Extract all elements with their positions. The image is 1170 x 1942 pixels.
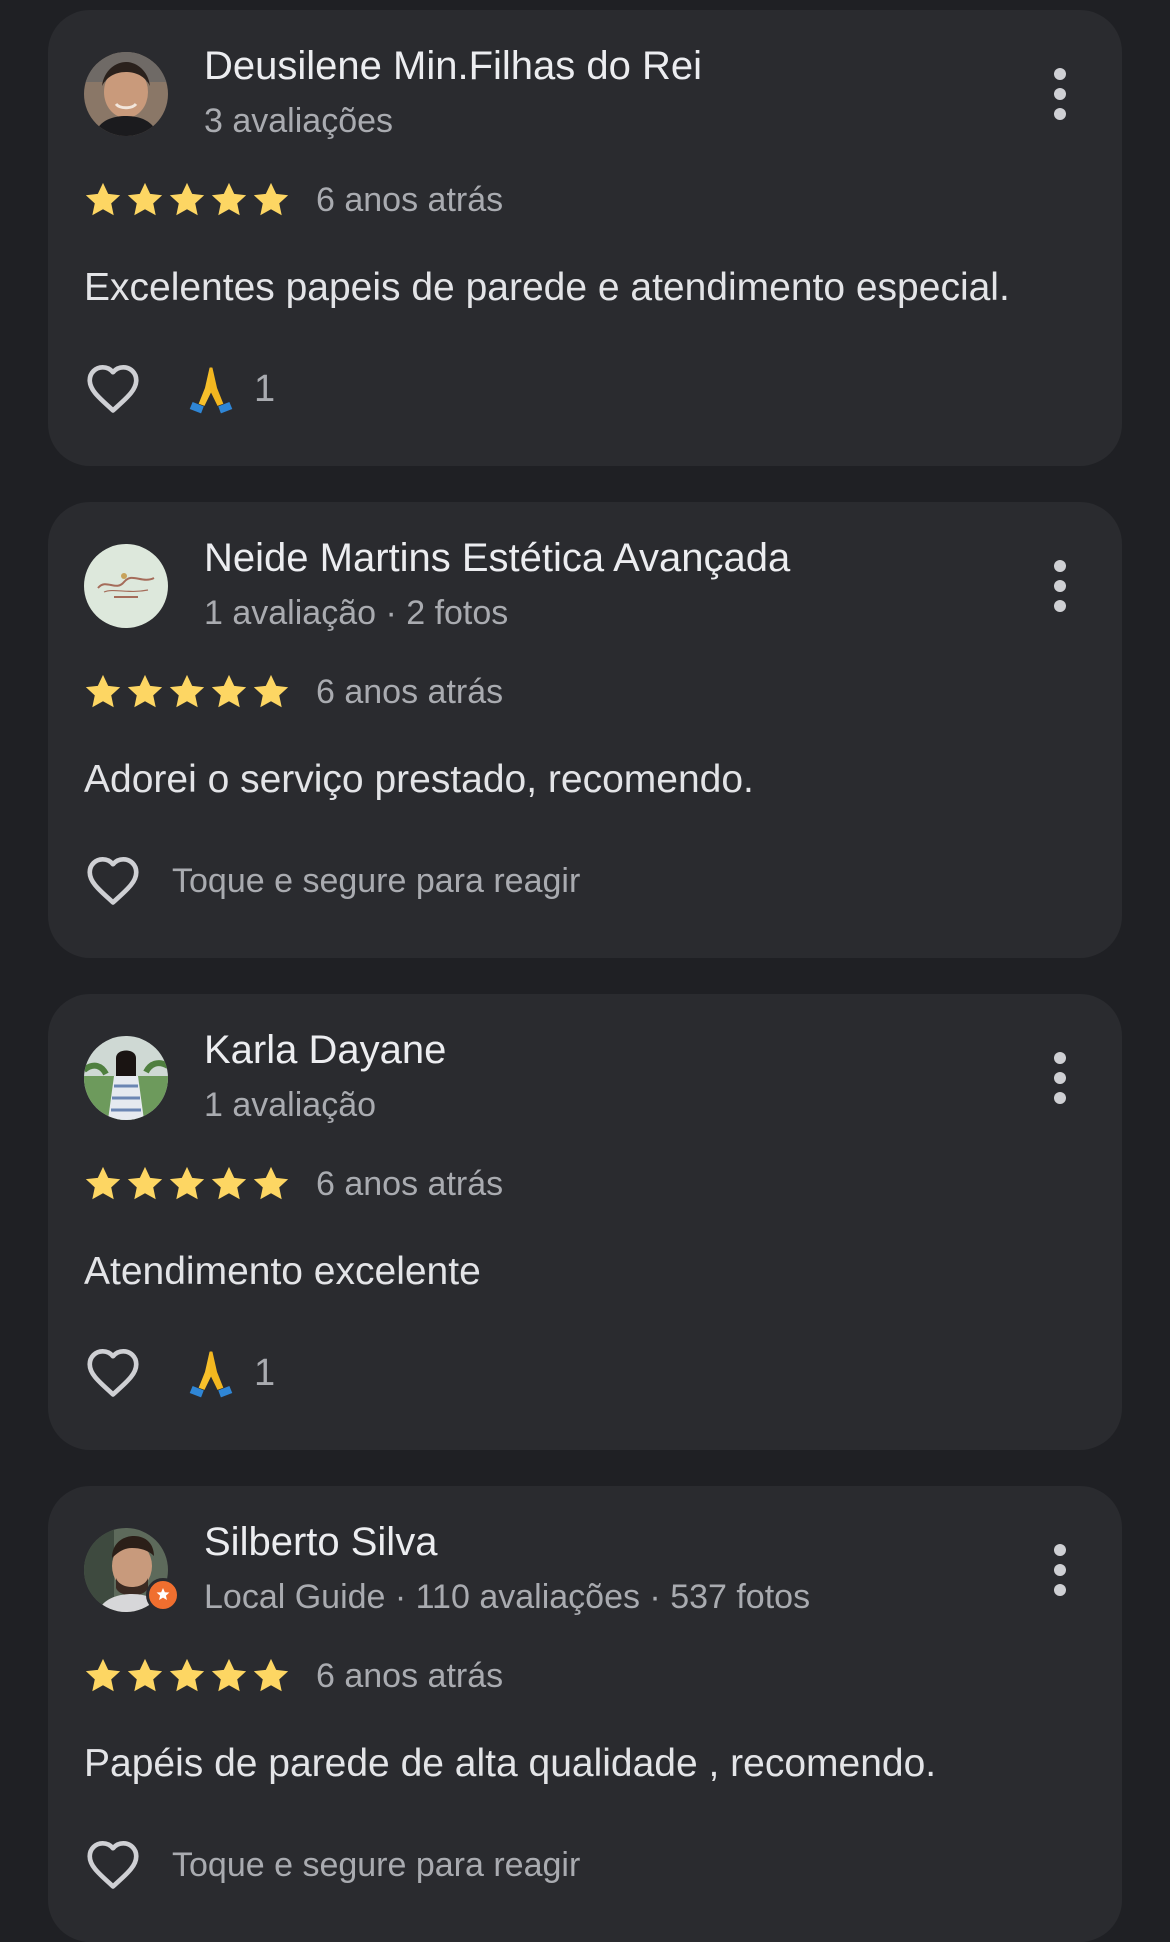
reviewer-meta: 1 avaliação [204, 1086, 377, 1124]
business-logo-avatar [84, 544, 168, 628]
star-icon [82, 1163, 124, 1205]
rating-row: 6 anos atrás [82, 178, 503, 222]
more-options-icon[interactable] [1050, 1544, 1070, 1600]
review-text: Adorei o serviço prestado, recomendo. [84, 758, 754, 801]
star-icon [208, 1163, 250, 1205]
reaction-hint: Toque e segure para reagir [172, 1845, 581, 1884]
reactions-row: Toque e segure para reagir [82, 1830, 580, 1900]
reviewer-name[interactable]: Karla Dayane [204, 1028, 446, 1073]
star-icon [208, 1655, 250, 1697]
star-icon [166, 179, 208, 221]
review-text: Atendimento excelente [84, 1250, 481, 1293]
star-icon [82, 179, 124, 221]
star-icon [250, 1163, 292, 1205]
star-rating [82, 1655, 292, 1697]
star-icon [208, 671, 250, 713]
local-guide-badge-icon [146, 1578, 180, 1612]
more-options-icon[interactable] [1050, 68, 1070, 124]
reaction-count: 1 [254, 367, 276, 410]
heart-react-icon[interactable] [82, 358, 144, 420]
reaction-chip[interactable]: 1 [182, 360, 275, 418]
reviewer-name[interactable]: Deusilene Min.Filhas do Rei [204, 44, 702, 89]
heart-react-icon[interactable] [82, 1342, 144, 1404]
reviewer-avatar[interactable] [84, 52, 168, 136]
star-icon [250, 1655, 292, 1697]
star-icon [208, 179, 250, 221]
reviewer-meta: 3 avaliações [204, 102, 394, 140]
star-icon [124, 179, 166, 221]
profile-photo-avatar [84, 52, 168, 136]
star-icon [166, 1163, 208, 1205]
star-icon [124, 1163, 166, 1205]
more-options-icon[interactable] [1050, 1052, 1070, 1108]
review-age: 6 anos atrás [316, 1656, 504, 1695]
folded-hands-emoji-icon [182, 360, 240, 418]
more-options-icon[interactable] [1050, 560, 1070, 616]
star-icon [124, 671, 166, 713]
reactions-row: Toque e segure para reagir [82, 846, 580, 916]
profile-photo-avatar [84, 1036, 168, 1120]
reaction-hint: Toque e segure para reagir [172, 861, 581, 900]
star-rating [82, 1163, 292, 1205]
star-icon [166, 1655, 208, 1697]
star-icon [250, 179, 292, 221]
review-card: Deusilene Min.Filhas do Rei 3 avaliações… [48, 10, 1122, 466]
star-icon [124, 1655, 166, 1697]
reactions-row: 1 [82, 1338, 275, 1408]
reaction-count: 1 [254, 1351, 276, 1394]
star-icon [166, 671, 208, 713]
reviewer-meta: 1 avaliação · 2 fotos [204, 594, 509, 632]
star-icon [82, 671, 124, 713]
review-age: 6 anos atrás [316, 180, 504, 219]
review-card: Karla Dayane 1 avaliação 6 anos atrás At… [48, 994, 1122, 1450]
rating-row: 6 anos atrás [82, 1162, 503, 1206]
reviewer-name[interactable]: Silberto Silva [204, 1520, 437, 1565]
review-text: Papéis de parede de alta qualidade , rec… [84, 1742, 937, 1785]
reviewer-avatar[interactable] [84, 544, 168, 628]
rating-row: 6 anos atrás [82, 1654, 503, 1698]
rating-row: 6 anos atrás [82, 670, 503, 714]
star-rating [82, 671, 292, 713]
review-card: Silberto Silva Local Guide · 110 avaliaç… [48, 1486, 1122, 1942]
reactions-row: 1 [82, 354, 275, 424]
star-icon [250, 671, 292, 713]
reviewer-name[interactable]: Neide Martins Estética Avançada [204, 536, 790, 581]
review-card: Neide Martins Estética Avançada 1 avalia… [48, 502, 1122, 958]
reviewer-avatar[interactable] [84, 1036, 168, 1120]
star-rating [82, 179, 292, 221]
heart-react-icon[interactable] [82, 850, 144, 912]
review-age: 6 anos atrás [316, 672, 504, 711]
review-age: 6 anos atrás [316, 1164, 504, 1203]
folded-hands-emoji-icon [182, 1344, 240, 1402]
review-text: Excelentes papeis de parede e atendiment… [84, 266, 1010, 309]
reviewer-meta: Local Guide · 110 avaliações · 537 fotos [204, 1578, 811, 1616]
heart-react-icon[interactable] [82, 1834, 144, 1896]
star-icon [82, 1655, 124, 1697]
reaction-chip[interactable]: 1 [182, 1344, 275, 1402]
